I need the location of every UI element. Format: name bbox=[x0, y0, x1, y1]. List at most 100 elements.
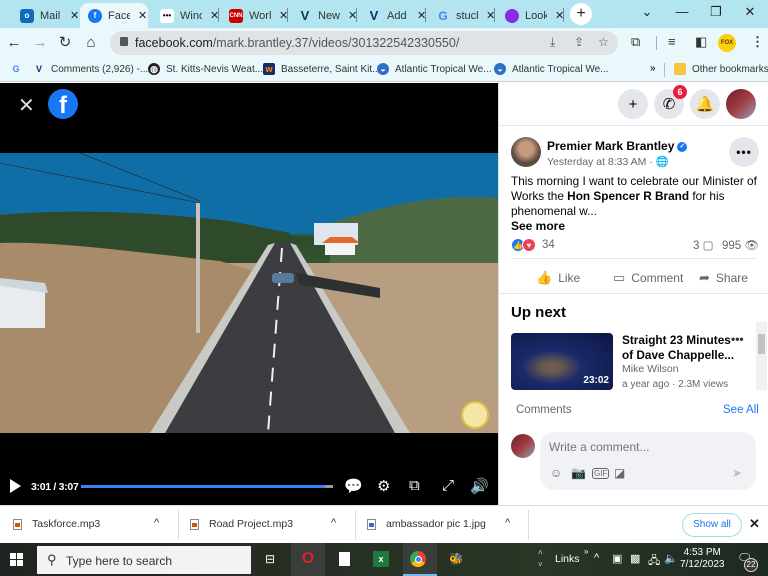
video-progress-bar[interactable] bbox=[81, 485, 333, 488]
camera-icon[interactable]: 📷 bbox=[571, 466, 586, 480]
links-toolbar[interactable]: Links bbox=[555, 553, 580, 565]
author-name[interactable]: Premier Mark Brantley ✓ bbox=[547, 139, 688, 153]
captions-icon[interactable]: 💬 bbox=[344, 477, 363, 495]
bookmark-item[interactable]: V Comments (2,926) -... bbox=[33, 63, 148, 75]
new-tab-button[interactable]: + bbox=[570, 3, 592, 25]
extensions-icon[interactable]: ⧉ bbox=[631, 34, 640, 50]
close-window-button[interactable]: ✕ bbox=[740, 4, 760, 20]
meet-now-icon[interactable]: ▣ bbox=[612, 552, 622, 565]
profile-avatar[interactable]: FOX bbox=[718, 34, 736, 52]
tab-google[interactable]: G stuck ✕ bbox=[428, 3, 495, 28]
opera-icon[interactable]: O bbox=[300, 550, 316, 567]
send-icon[interactable]: ➤ bbox=[732, 466, 742, 480]
settings-gear-icon[interactable]: ⚙ bbox=[377, 477, 390, 495]
comment-input[interactable] bbox=[549, 440, 739, 454]
download-options-caret-icon[interactable]: ^ bbox=[505, 517, 510, 529]
volume-icon[interactable]: 🔈 bbox=[664, 552, 678, 565]
windows-start-icon[interactable] bbox=[10, 553, 23, 566]
tray-app-icon[interactable]: ▩ bbox=[630, 552, 640, 565]
picture-in-picture-icon[interactable]: ⧉ bbox=[409, 477, 420, 494]
my-avatar[interactable] bbox=[511, 434, 535, 458]
download-item[interactable]: Taskforce.mp3 bbox=[13, 518, 100, 530]
video-player[interactable]: ✕ f 3:01 / 3:07 💬 ⚙ ⧉ ⤢ 🔊 bbox=[0, 83, 498, 505]
tab-facebook[interactable]: f Facebook ✕ bbox=[80, 3, 148, 28]
reload-button[interactable]: ↻ bbox=[56, 34, 74, 52]
comment-count[interactable]: 3 ▢ bbox=[693, 238, 713, 252]
download-options-caret-icon[interactable]: ^ bbox=[331, 517, 336, 529]
up-next-options-icon[interactable]: ••• bbox=[731, 332, 744, 346]
google-icon[interactable]: G bbox=[10, 63, 28, 75]
bookmark-item[interactable]: ◒ Atlantic Tropical We... bbox=[377, 63, 492, 75]
show-hidden-icons[interactable]: ^ bbox=[594, 552, 599, 564]
play-icon[interactable] bbox=[10, 479, 21, 493]
video-frame[interactable] bbox=[0, 153, 498, 433]
address-bar[interactable]: facebook.com/mark.brantley.37/videos/301… bbox=[110, 31, 618, 55]
tab-cnn[interactable]: CNN World ✕ bbox=[221, 3, 288, 28]
emoji-icon[interactable]: ☺ bbox=[550, 466, 562, 480]
download-item[interactable]: Road Project.mp3 bbox=[190, 518, 293, 530]
tab-close-icon[interactable]: ✕ bbox=[70, 9, 79, 22]
bookmark-star-icon[interactable]: ☆ bbox=[598, 35, 609, 49]
comment-button[interactable]: ▭ Comment bbox=[613, 270, 683, 286]
fullscreen-icon[interactable]: ⤢ bbox=[442, 477, 454, 494]
scrollbar[interactable] bbox=[756, 322, 767, 390]
install-icon[interactable]: ⤓ bbox=[550, 35, 555, 50]
close-icon[interactable]: ✕ bbox=[18, 93, 35, 118]
up-next-author[interactable]: Mike Wilson bbox=[622, 363, 679, 375]
restore-button[interactable]: ❐ bbox=[706, 4, 726, 20]
author-avatar[interactable] bbox=[511, 137, 541, 167]
bookmark-item[interactable]: w Basseterre, Saint Kit... bbox=[263, 63, 381, 75]
download-options-caret-icon[interactable]: ^ bbox=[154, 517, 159, 529]
post-timestamp[interactable]: Yesterday at 8:33 AM · 🌐 bbox=[547, 155, 669, 168]
post-options-button[interactable]: ••• bbox=[729, 137, 759, 167]
download-item[interactable]: ambassador pic 1.jpg bbox=[367, 518, 486, 530]
create-button[interactable]: + bbox=[618, 89, 648, 119]
facebook-logo-icon[interactable]: f bbox=[48, 89, 78, 119]
up-next-title[interactable]: Straight 23 Minutes of Dave Chappelle... bbox=[622, 333, 737, 363]
see-more-link[interactable]: See more bbox=[511, 219, 565, 233]
tab-windy[interactable]: ••• Windy ✕ bbox=[152, 3, 219, 28]
file-icon[interactable] bbox=[336, 551, 352, 567]
taskbar-scroll-arrows[interactable]: ˄ ˅ bbox=[538, 547, 543, 571]
notifications-button[interactable]: 🔔 bbox=[690, 89, 720, 119]
like-button[interactable]: 👍 Like bbox=[536, 270, 580, 286]
network-icon[interactable]: 🖧 bbox=[648, 552, 660, 571]
see-all-link[interactable]: See All bbox=[723, 404, 759, 416]
volume-icon[interactable]: 🔊 bbox=[470, 477, 489, 495]
other-bookmarks[interactable]: Other bookmarks bbox=[674, 63, 768, 75]
gif-icon[interactable]: GIF bbox=[592, 468, 610, 479]
bookmark-item[interactable]: ◍ St. Kitts-Nevis Weat... bbox=[148, 63, 263, 75]
app-icon[interactable]: 🐝 bbox=[448, 551, 464, 567]
tab-add[interactable]: V Add ✕ bbox=[359, 3, 427, 28]
chrome-icon[interactable] bbox=[410, 551, 426, 567]
tab-mail[interactable]: o Mail ✕ bbox=[12, 3, 79, 28]
menu-kebab-icon[interactable]: ⋮ bbox=[751, 34, 764, 50]
share-icon[interactable]: ⇪ bbox=[574, 35, 584, 49]
back-button[interactable]: ← bbox=[5, 34, 23, 52]
minimize-button[interactable]: — bbox=[672, 4, 692, 19]
up-next-thumbnail[interactable]: 23:02 bbox=[511, 333, 613, 390]
account-avatar[interactable] bbox=[726, 89, 756, 119]
tab-news[interactable]: V News ✕ bbox=[290, 3, 358, 28]
taskbar-search[interactable]: ⚲ Type here to search bbox=[37, 546, 251, 574]
home-button[interactable]: ⌂ bbox=[82, 34, 100, 52]
show-all-downloads-button[interactable]: Show all bbox=[682, 513, 742, 537]
bookmarks-overflow-button[interactable]: » bbox=[650, 63, 656, 74]
task-view-icon[interactable]: ⊟ bbox=[262, 551, 278, 567]
close-downloads-button[interactable]: ✕ bbox=[749, 516, 760, 532]
tab-search-button[interactable]: ⌄ bbox=[637, 4, 657, 20]
reactions-summary[interactable]: 👍 ♥ 34 bbox=[511, 238, 555, 252]
video-duration: 23:02 bbox=[583, 375, 609, 386]
side-panel-icon[interactable]: ◧ bbox=[695, 34, 707, 50]
media-control-icon[interactable]: ≡ bbox=[668, 34, 676, 49]
tab-close-icon[interactable]: ✕ bbox=[138, 9, 147, 22]
share-button[interactable]: ➦ Share bbox=[699, 270, 748, 286]
tab-loom[interactable]: Look ✕ bbox=[497, 3, 564, 28]
links-overflow-icon[interactable]: » bbox=[584, 547, 588, 556]
scrollbar-thumb[interactable] bbox=[758, 334, 765, 354]
bookmark-item[interactable]: ◒ Atlantic Tropical We... bbox=[494, 63, 609, 75]
sticker-icon[interactable]: ◪ bbox=[614, 466, 625, 480]
excel-icon[interactable]: x bbox=[373, 551, 389, 567]
system-clock[interactable]: 4:53 PM 7/12/2023 bbox=[680, 547, 725, 571]
forward-button[interactable]: → bbox=[31, 34, 49, 52]
